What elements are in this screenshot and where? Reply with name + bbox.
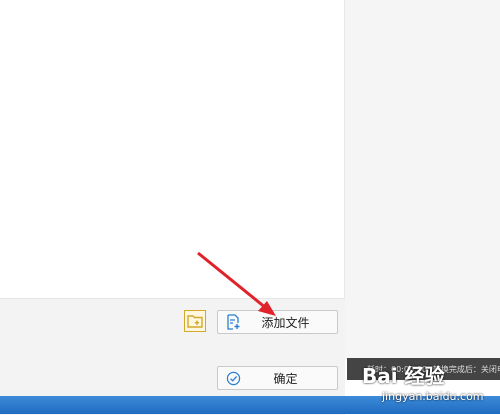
watermark-url: jingyan.baidu.com [382,390,484,403]
add-file-button[interactable]: 添加文件 [217,310,338,334]
baidu-watermark: Bai 经验 jingyan.baidu.com [362,360,500,410]
check-circle-icon [218,367,248,389]
add-folder-button[interactable] [184,310,206,332]
add-file-label: 添加文件 [261,315,310,330]
side-panel [345,0,500,360]
watermark-logo: Bai 经验 [362,364,445,388]
folder-add-icon [187,315,203,328]
confirm-label: 确定 [273,371,298,386]
file-add-icon [218,311,248,333]
confirm-button[interactable]: 确定 [217,366,338,390]
